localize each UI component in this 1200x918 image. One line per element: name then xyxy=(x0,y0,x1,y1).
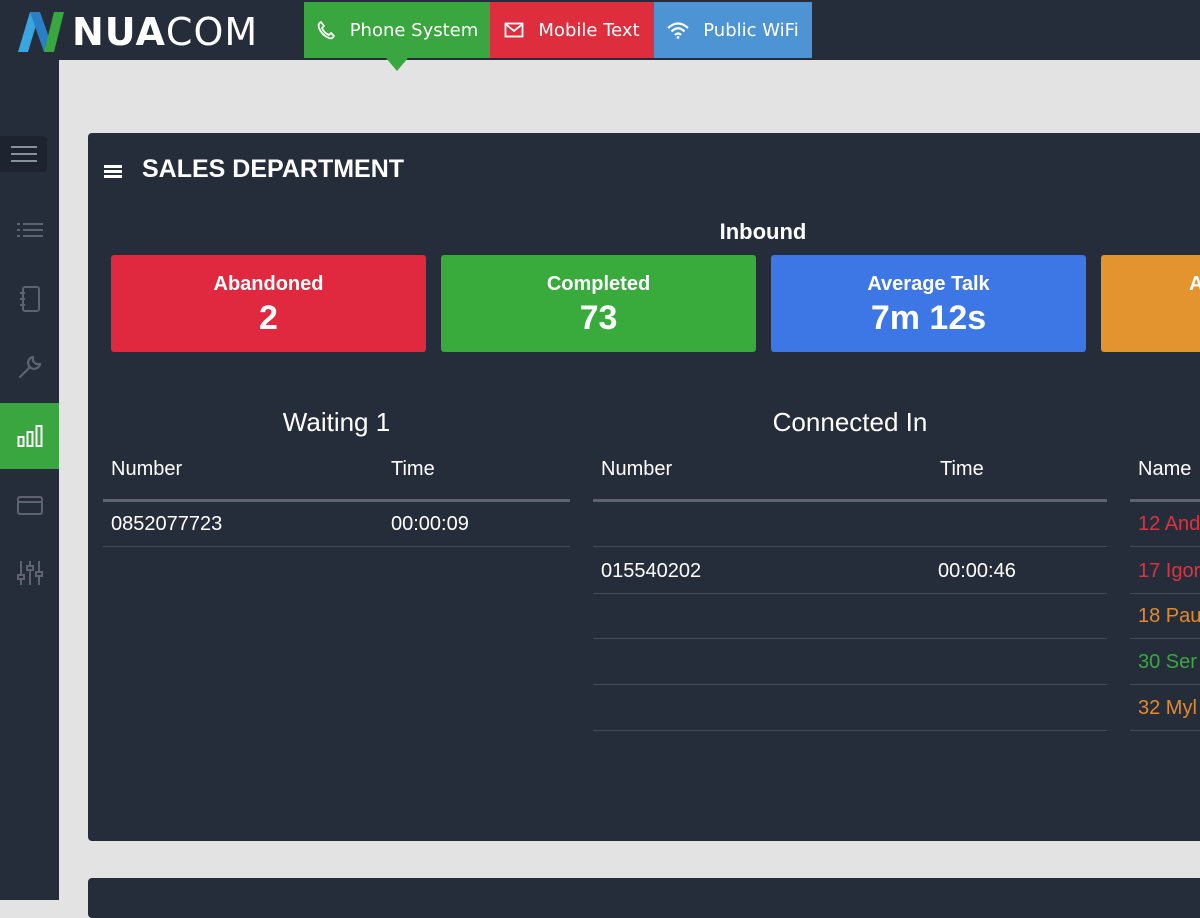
stat-label: Abandoned xyxy=(213,273,324,295)
sidebar-menu-toggle[interactable] xyxy=(0,136,47,172)
row-divider xyxy=(1130,593,1200,594)
sidebar-item-wallet[interactable] xyxy=(0,472,59,538)
row-divider xyxy=(1130,546,1200,547)
sales-department-panel: SALES DEPARTMENT Inbound Abandoned 2 Com… xyxy=(88,133,1200,841)
stat-label: Average Talk xyxy=(867,273,990,295)
tab-mobile-text[interactable]: Mobile Text xyxy=(490,2,654,58)
envelope-icon xyxy=(505,22,524,38)
stat-truncated: A xyxy=(1101,255,1200,352)
connected-row-time: 00:00:46 xyxy=(938,560,1016,582)
row-divider xyxy=(1130,730,1200,731)
wrench-icon xyxy=(18,355,41,379)
connected-title: Connected In xyxy=(772,407,928,437)
stat-value: 2 xyxy=(259,299,278,337)
panel-title: SALES DEPARTMENT xyxy=(142,155,405,183)
waiting-col-time: Time xyxy=(391,458,435,480)
bar-chart-icon xyxy=(17,425,42,447)
tab-label: Phone System xyxy=(349,19,479,41)
waiting-col-number: Number xyxy=(111,458,183,480)
connected-col-time: Time xyxy=(940,458,984,480)
sidebar-item-tools[interactable] xyxy=(0,334,59,400)
active-tab-pointer xyxy=(386,58,408,71)
row-divider xyxy=(593,730,1107,731)
top-bar: NUACOM Phone System Mobile Text Public W… xyxy=(0,0,1200,71)
sidebar-item-stats[interactable] xyxy=(0,403,59,469)
tab-label: Public WiFi xyxy=(703,19,799,41)
stat-average-talk: Average Talk 7m 12s xyxy=(771,255,1086,352)
agents-header-divider xyxy=(1130,499,1200,502)
sidebar-item-list[interactable] xyxy=(0,197,59,263)
next-panel xyxy=(88,878,1200,918)
wallet-icon xyxy=(16,496,43,515)
agent-name[interactable]: 17 Igor xyxy=(1138,560,1200,583)
sidebar-item-notebook[interactable] xyxy=(0,266,59,332)
tab-phone-system[interactable]: Phone System xyxy=(304,2,490,58)
sidebar xyxy=(0,60,59,900)
agent-name[interactable]: 18 Pau xyxy=(1138,605,1200,628)
hamburger-menu-icon xyxy=(10,146,37,162)
row-divider xyxy=(593,546,1107,547)
agents-table: Name 12 And 17 Igor 18 Pau 30 Ser 32 Myl xyxy=(1130,453,1200,753)
row-divider xyxy=(1130,684,1200,685)
notebook-icon xyxy=(19,286,40,312)
logo-text: NUACOM xyxy=(72,10,259,54)
stat-value: 73 xyxy=(579,299,618,337)
wifi-icon xyxy=(667,22,690,39)
waiting-row-time: 00:00:09 xyxy=(391,513,469,535)
sidebar-item-settings[interactable] xyxy=(0,540,59,606)
agent-name[interactable]: 30 Ser xyxy=(1138,651,1197,674)
stat-completed: Completed 73 xyxy=(441,255,756,352)
agent-name[interactable]: 12 And xyxy=(1138,513,1200,536)
stat-label: Completed xyxy=(546,273,651,295)
row-divider xyxy=(593,684,1107,685)
stat-label: A xyxy=(1189,273,1200,295)
stat-value: 7m 12s xyxy=(870,299,987,337)
row-divider xyxy=(103,546,570,547)
nuacom-logo[interactable]: NUACOM xyxy=(16,12,258,52)
row-divider xyxy=(593,638,1107,639)
waiting-header-divider xyxy=(103,499,570,502)
sliders-icon xyxy=(16,561,43,585)
logo-mark-icon xyxy=(18,12,64,52)
panel-menu-icon[interactable] xyxy=(104,164,122,179)
connected-header-divider xyxy=(593,499,1107,502)
stat-abandoned: Abandoned 2 xyxy=(111,255,426,352)
tab-public-wifi[interactable]: Public WiFi xyxy=(654,2,812,58)
agent-name[interactable]: 32 Myl xyxy=(1138,697,1197,720)
list-icon xyxy=(16,223,43,237)
waiting-row-number: 0852077723 xyxy=(111,513,223,535)
inbound-heading: Inbound xyxy=(719,219,807,244)
connected-row-number: 015540202 xyxy=(601,560,702,582)
connected-col-number: Number xyxy=(601,458,673,480)
tab-label: Mobile Text xyxy=(538,19,640,41)
row-divider xyxy=(593,593,1107,594)
waiting-title: Waiting 1 xyxy=(282,407,391,437)
phone-icon xyxy=(317,21,335,40)
row-divider xyxy=(1130,638,1200,639)
agents-col-name: Name xyxy=(1138,458,1192,480)
